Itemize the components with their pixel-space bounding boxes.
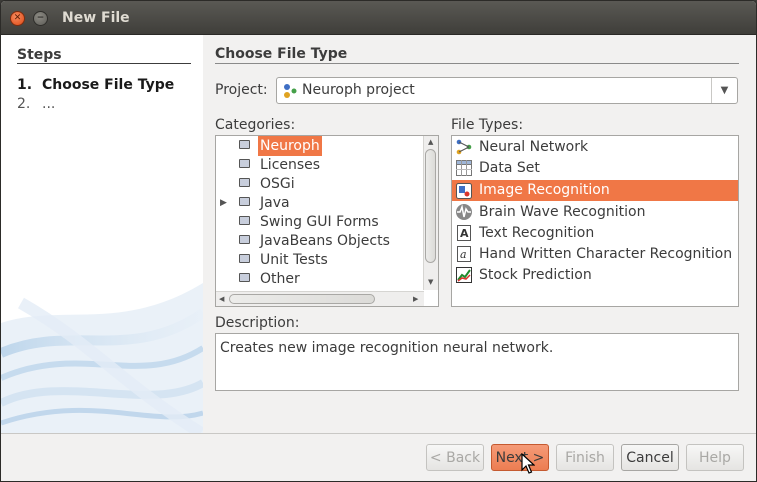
project-select[interactable]: Neuroph project ▼ bbox=[276, 77, 738, 104]
expand-triangle-icon[interactable]: ▶ bbox=[220, 193, 227, 213]
stock-chart-icon bbox=[456, 267, 472, 283]
neural-network-icon bbox=[456, 139, 472, 155]
title-divider bbox=[215, 63, 739, 64]
step-label: ... bbox=[42, 96, 56, 112]
step-number: 2. bbox=[17, 96, 31, 112]
neuroph-project-icon bbox=[284, 84, 297, 98]
category-item[interactable]: ▶ Java bbox=[216, 193, 424, 213]
vertical-scrollbar[interactable]: ▲ ▼ bbox=[423, 136, 438, 290]
categories-label: Categories: bbox=[215, 117, 296, 133]
category-item[interactable]: JavaBeans Objects bbox=[216, 231, 424, 251]
folder-icon bbox=[239, 254, 250, 263]
step-number: 1. bbox=[17, 77, 33, 93]
file-type-label: Hand Written Character Recognition bbox=[479, 246, 733, 262]
category-label: Java bbox=[260, 195, 290, 211]
description-text: Creates new image recognition neural net… bbox=[220, 340, 554, 356]
category-label: Licenses bbox=[260, 157, 321, 173]
steps-heading: Steps bbox=[17, 47, 62, 63]
cancel-button[interactable]: Cancel bbox=[621, 444, 679, 471]
next-button[interactable]: Next > bbox=[491, 444, 549, 471]
category-label: OSGi bbox=[260, 176, 295, 192]
image-recognition-icon bbox=[456, 183, 472, 199]
svg-text:A: A bbox=[460, 227, 469, 240]
step-item-current: 1. Choose File Type bbox=[17, 77, 174, 93]
folder-icon bbox=[239, 197, 250, 206]
folder-icon bbox=[239, 159, 250, 168]
file-type-item[interactable]: Data Set bbox=[452, 158, 738, 178]
handwriting-icon: a bbox=[457, 246, 471, 262]
category-label: Other bbox=[260, 271, 300, 287]
steps-panel: Steps 1. Choose File Type 2.... bbox=[1, 35, 203, 433]
file-type-label: Stock Prediction bbox=[479, 267, 592, 283]
description-box: Creates new image recognition neural net… bbox=[215, 333, 739, 391]
scroll-right-arrow-icon[interactable]: ▶ bbox=[413, 295, 418, 303]
category-item[interactable]: OSGi bbox=[216, 174, 424, 194]
horizontal-scroll-thumb[interactable] bbox=[229, 294, 375, 304]
brain-wave-icon bbox=[456, 204, 472, 220]
category-label: Swing GUI Forms bbox=[260, 214, 379, 230]
title-bar: ✕ − New File bbox=[1, 1, 756, 35]
minimize-window-button[interactable]: − bbox=[33, 11, 48, 26]
vertical-scroll-thumb[interactable] bbox=[425, 149, 436, 263]
project-label: Project: bbox=[215, 82, 268, 98]
category-label: Unit Tests bbox=[260, 252, 328, 268]
description-label: Description: bbox=[215, 315, 300, 331]
finish-button[interactable]: Finish bbox=[556, 444, 614, 471]
folder-icon bbox=[239, 216, 250, 225]
category-item[interactable]: Licenses bbox=[216, 155, 424, 175]
back-button[interactable]: < Back bbox=[426, 444, 484, 471]
steps-divider bbox=[17, 63, 191, 64]
help-button[interactable]: Help bbox=[686, 444, 744, 471]
file-type-label: Neural Network bbox=[479, 139, 589, 155]
horizontal-scrollbar[interactable]: ◀ ▶ bbox=[216, 291, 424, 306]
file-type-item[interactable]: Stock Prediction bbox=[452, 265, 738, 285]
folder-icon bbox=[239, 178, 250, 187]
text-recognition-icon: A bbox=[457, 225, 471, 241]
file-type-item[interactable]: Brain Wave Recognition bbox=[452, 202, 738, 222]
file-type-item[interactable]: a Hand Written Character Recognition bbox=[452, 244, 738, 264]
category-item[interactable]: Swing GUI Forms bbox=[216, 212, 424, 232]
category-label: JavaBeans Objects bbox=[260, 233, 390, 249]
folder-icon bbox=[239, 235, 250, 244]
decorative-swoosh bbox=[1, 283, 203, 433]
page-title: Choose File Type bbox=[215, 46, 348, 62]
file-type-item[interactable]: Neural Network bbox=[452, 137, 738, 157]
file-type-label: Image Recognition bbox=[479, 182, 610, 198]
chevron-down-icon[interactable]: ▼ bbox=[711, 78, 737, 103]
folder-icon bbox=[239, 273, 250, 282]
scroll-up-arrow-icon[interactable]: ▲ bbox=[428, 138, 433, 146]
scroll-left-arrow-icon[interactable]: ◀ bbox=[219, 295, 224, 303]
category-item[interactable]: Neuroph bbox=[216, 136, 424, 156]
folder-icon bbox=[239, 140, 250, 149]
file-types-label: File Types: bbox=[451, 117, 524, 133]
file-types-list[interactable]: Neural Network Data Set Image Recognitio… bbox=[451, 135, 739, 307]
data-set-icon bbox=[456, 160, 472, 176]
file-type-label: Brain Wave Recognition bbox=[479, 204, 646, 220]
step-label: Choose File Type bbox=[42, 77, 175, 93]
window-title: New File bbox=[62, 10, 130, 26]
close-window-button[interactable]: ✕ bbox=[10, 11, 25, 26]
file-type-item[interactable]: A Text Recognition bbox=[452, 223, 738, 243]
step-item-next: 2.... bbox=[17, 96, 55, 112]
file-type-label: Text Recognition bbox=[479, 225, 595, 241]
mouse-pointer-icon bbox=[521, 453, 535, 474]
category-label: Neuroph bbox=[258, 136, 322, 156]
scroll-down-arrow-icon[interactable]: ▼ bbox=[428, 278, 433, 286]
file-type-label: Data Set bbox=[479, 160, 540, 176]
categories-list[interactable]: Neuroph Licenses OSGi ▶ Java Swing GUI F… bbox=[215, 135, 439, 307]
category-item[interactable]: Other bbox=[216, 269, 424, 289]
project-select-value: Neuroph project bbox=[302, 82, 415, 98]
svg-text:a: a bbox=[460, 248, 467, 261]
category-item[interactable]: Unit Tests bbox=[216, 250, 424, 270]
new-file-dialog: ✕ − New File Steps 1. Choose File Type 2.… bbox=[0, 0, 757, 482]
file-type-item-selected[interactable]: Image Recognition bbox=[452, 180, 738, 201]
button-bar-divider bbox=[1, 433, 756, 434]
